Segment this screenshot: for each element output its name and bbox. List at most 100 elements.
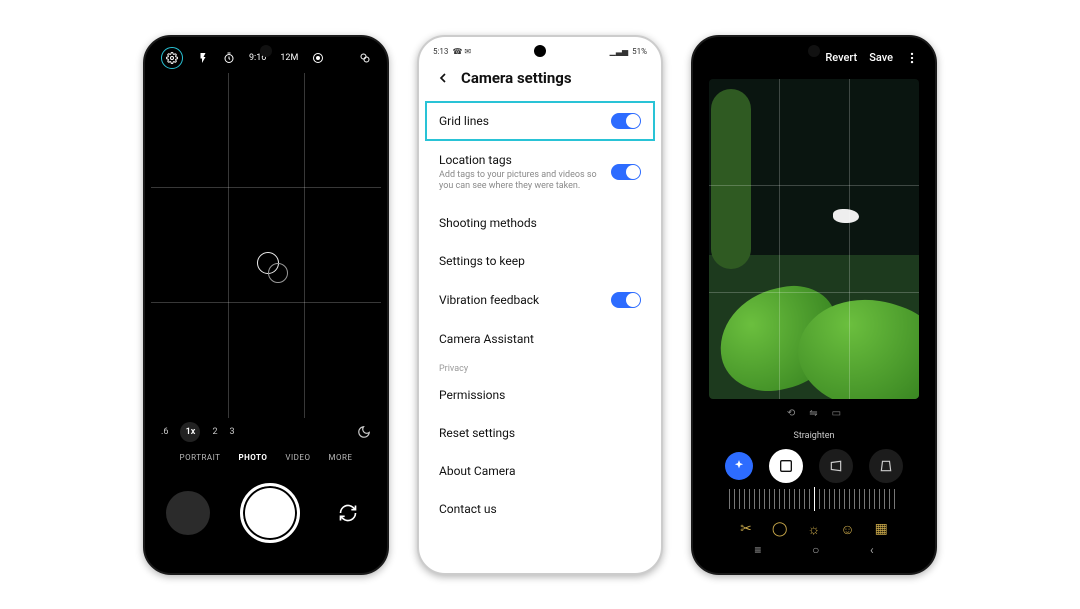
settings-screen: 5:13 ☎ ✉ ▁▃▅ 51% Camera settings Grid li… bbox=[425, 43, 655, 567]
gallery-thumbnail[interactable] bbox=[166, 491, 210, 535]
resolution-label[interactable]: 12M bbox=[280, 53, 298, 63]
setting-label: Settings to keep bbox=[439, 254, 525, 268]
settings-gear-highlight[interactable] bbox=[161, 47, 183, 69]
setting-label: Vibration feedback bbox=[439, 293, 539, 307]
sticker-tab-icon[interactable]: ☺ bbox=[840, 521, 854, 538]
grid-line bbox=[304, 73, 305, 418]
setting-label: About Camera bbox=[439, 464, 516, 478]
settings-title: Camera settings bbox=[461, 69, 572, 87]
setting-location-tags[interactable]: Location tags Add tags to your pictures … bbox=[425, 141, 655, 205]
aspect-ratio-icon[interactable]: ▭ bbox=[832, 408, 841, 419]
perspective-h-icon bbox=[829, 459, 843, 473]
mode-more[interactable]: MORE bbox=[328, 453, 352, 462]
camera-screen: 9:16 12M .6 1x 2 3 bbox=[151, 43, 381, 567]
grid-line bbox=[228, 73, 229, 418]
perspective-v-icon bbox=[879, 459, 893, 473]
nav-back-icon[interactable]: ‹ bbox=[870, 543, 874, 557]
status-time: 5:13 bbox=[433, 47, 448, 56]
angle-ruler[interactable] bbox=[729, 489, 899, 509]
chevron-left-icon bbox=[435, 70, 451, 86]
grid-line bbox=[849, 79, 850, 399]
mode-video[interactable]: VIDEO bbox=[285, 453, 310, 462]
status-battery: 51% bbox=[632, 47, 647, 56]
toggle-on[interactable] bbox=[611, 113, 641, 129]
camera-notch bbox=[534, 45, 546, 57]
setting-about[interactable]: About Camera bbox=[425, 452, 655, 490]
filter-tab-icon[interactable]: ◯ bbox=[772, 521, 788, 538]
straighten-icon bbox=[778, 458, 794, 474]
flash-icon[interactable] bbox=[197, 52, 209, 64]
perspective-h-button[interactable] bbox=[819, 449, 853, 483]
setting-label: Location tags bbox=[439, 153, 609, 167]
setting-settings-to-keep[interactable]: Settings to keep bbox=[425, 242, 655, 280]
setting-reset[interactable]: Reset settings bbox=[425, 414, 655, 452]
setting-label: Shooting methods bbox=[439, 216, 537, 230]
setting-label: Camera Assistant bbox=[439, 332, 534, 346]
section-privacy: Privacy bbox=[425, 358, 655, 376]
settings-list: Grid lines Location tags Add tags to you… bbox=[425, 101, 655, 529]
switch-camera-icon bbox=[338, 503, 358, 523]
grid-line bbox=[151, 302, 381, 303]
toggle-on[interactable] bbox=[611, 164, 641, 180]
magic-icon bbox=[732, 459, 746, 473]
draw-tab-icon[interactable]: ▦ bbox=[875, 521, 888, 538]
perspective-v-button[interactable] bbox=[869, 449, 903, 483]
shutter-button[interactable] bbox=[240, 483, 300, 543]
setting-camera-assistant[interactable]: Camera Assistant bbox=[425, 320, 655, 358]
zoom-option-active[interactable]: 1x bbox=[180, 422, 200, 442]
flip-horizontal-icon[interactable]: ⇋ bbox=[809, 408, 817, 419]
setting-label: Reset settings bbox=[439, 426, 515, 440]
crop-quick-tools: ⟲ ⇋ ▭ bbox=[699, 403, 929, 425]
auto-adjust-button[interactable] bbox=[725, 452, 753, 480]
zoom-option[interactable]: 3 bbox=[230, 427, 235, 437]
setting-permissions[interactable]: Permissions bbox=[425, 376, 655, 414]
grid-line bbox=[709, 185, 919, 186]
switch-camera-button[interactable] bbox=[330, 495, 366, 531]
zoom-option[interactable]: .6 bbox=[161, 427, 168, 437]
editor-preview[interactable] bbox=[709, 79, 919, 399]
status-app-icons: ☎ ✉ bbox=[452, 47, 471, 56]
camera-notch bbox=[260, 45, 272, 57]
timer-icon[interactable] bbox=[223, 52, 235, 64]
photo-element bbox=[711, 89, 751, 269]
camera-viewfinder[interactable] bbox=[151, 73, 381, 418]
editor-screen: Revert Save ⟲ ⇋ ▭ Straighten bbox=[699, 43, 929, 567]
rotate-icon[interactable]: ⟲ bbox=[787, 408, 795, 419]
camera-mode-selector: PORTRAIT PHOTO VIDEO MORE bbox=[151, 446, 381, 470]
setting-shooting-methods[interactable]: Shooting methods bbox=[425, 204, 655, 242]
android-nav-bar: ≡ ○ ‹ bbox=[699, 537, 929, 563]
adjust-tab-icon[interactable]: ☼ bbox=[808, 521, 821, 538]
settings-header: Camera settings bbox=[425, 61, 655, 101]
nav-home-icon[interactable]: ○ bbox=[812, 543, 819, 557]
grid-line bbox=[151, 187, 381, 188]
toggle-on[interactable] bbox=[611, 292, 641, 308]
photo-element bbox=[833, 209, 859, 223]
filters-icon[interactable] bbox=[359, 52, 371, 64]
mode-portrait[interactable]: PORTRAIT bbox=[180, 453, 221, 462]
straighten-button[interactable] bbox=[769, 449, 803, 483]
setting-label: Grid lines bbox=[439, 114, 489, 128]
editor-category-tabs: ✂ ◯ ☼ ☺ ▦ bbox=[699, 521, 929, 538]
more-options-button[interactable] bbox=[905, 51, 919, 65]
zoom-row: .6 1x 2 3 bbox=[151, 418, 381, 446]
phone-settings: 5:13 ☎ ✉ ▁▃▅ 51% Camera settings Grid li… bbox=[417, 35, 663, 575]
crop-tab-icon[interactable]: ✂ bbox=[740, 521, 752, 538]
setting-contact[interactable]: Contact us bbox=[425, 490, 655, 528]
setting-label: Contact us bbox=[439, 502, 497, 516]
camera-bottom-controls bbox=[151, 470, 381, 556]
phone-editor: Revert Save ⟲ ⇋ ▭ Straighten bbox=[691, 35, 937, 575]
setting-grid-lines[interactable]: Grid lines bbox=[425, 101, 655, 141]
mode-photo[interactable]: PHOTO bbox=[238, 453, 267, 462]
phone-camera: 9:16 12M .6 1x 2 3 bbox=[143, 35, 389, 575]
night-mode-icon[interactable] bbox=[357, 425, 371, 439]
back-button[interactable] bbox=[435, 70, 451, 86]
setting-vibration[interactable]: Vibration feedback bbox=[425, 280, 655, 320]
nav-recent-icon[interactable]: ≡ bbox=[754, 543, 761, 557]
zoom-option[interactable]: 2 bbox=[212, 427, 217, 437]
setting-sublabel: Add tags to your pictures and videos so … bbox=[439, 170, 609, 193]
revert-button[interactable]: Revert bbox=[825, 51, 857, 64]
grid-line bbox=[779, 79, 780, 399]
motion-photo-icon[interactable] bbox=[312, 52, 324, 64]
tool-label: Straighten bbox=[699, 431, 929, 441]
save-button[interactable]: Save bbox=[869, 51, 893, 64]
